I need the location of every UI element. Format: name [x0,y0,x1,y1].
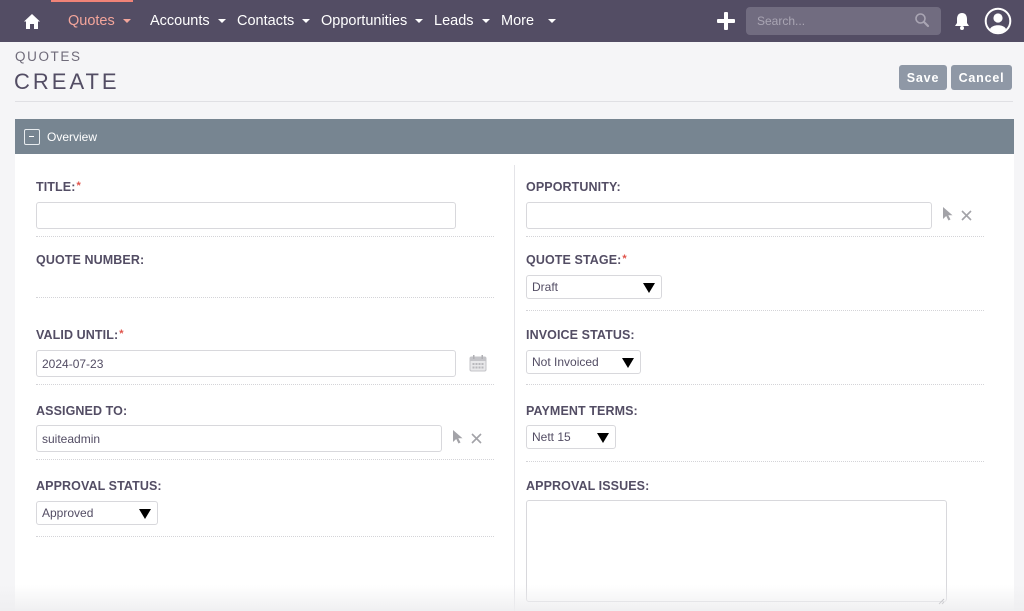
field-label-invoice-status: INVOICE STATUS: [526,328,635,342]
required-marker: * [119,328,124,340]
field-label-title: TITLE:* [36,180,81,194]
valid-until-input[interactable] [36,350,456,377]
field-label-quote-number: QUOTE NUMBER: [36,253,145,267]
field-separator [526,461,984,462]
clear-icon[interactable] [961,208,972,221]
approval-status-select[interactable]: Approved [36,501,158,525]
chevron-down-icon [415,19,424,23]
chevron-down-icon [481,19,490,23]
opportunity-input[interactable] [526,202,932,229]
select-cursor-icon[interactable] [452,429,465,444]
title-input[interactable] [36,202,456,229]
nav-item-more[interactable]: More [501,0,557,42]
label-text: TITLE: [36,180,76,194]
dropdown-arrow-icon [643,283,655,293]
assigned-to-input[interactable] [36,425,442,452]
nav-item-leads[interactable]: Leads [434,0,490,42]
bell-icon[interactable] [952,11,972,31]
field-separator [36,459,494,460]
select-value: Draft [532,280,559,294]
invoice-status-select[interactable]: Not Invoiced [526,350,641,374]
page-edge [1014,154,1024,611]
label-text: VALID UNTIL: [36,328,119,342]
dropdown-arrow-icon [139,509,151,519]
nav-item-label: Contacts [237,13,295,29]
nav-item-contacts[interactable]: Contacts [237,0,311,42]
calendar-icon[interactable] [469,354,487,372]
nav-item-label: Quotes [68,13,115,29]
nav-item-accounts[interactable]: Accounts [150,0,226,42]
field-separator [36,297,494,298]
field-label-payment-terms: PAYMENT TERMS: [526,404,638,418]
save-button[interactable]: Save [899,65,947,90]
label-text: QUOTE STAGE: [526,253,622,267]
clear-icon[interactable] [471,431,482,444]
approval-issues-textarea[interactable] [526,500,947,602]
plus-icon[interactable] [716,11,736,31]
field-separator [526,384,984,385]
nav-item-label: Opportunities [321,13,408,29]
nav-item-label: Leads [434,13,474,29]
minus-square-icon[interactable] [24,128,40,145]
payment-terms-select[interactable]: Nett 15 [526,425,616,449]
field-label-quote-stage: QUOTE STAGE:* [526,253,627,267]
field-separator [36,536,494,537]
field-label-opportunity: OPPORTUNITY: [526,180,621,194]
top-navigation-bar: Quotes Accounts Contacts Opportunities L… [0,0,1024,42]
nav-item-quotes[interactable]: Quotes [68,0,131,42]
header-divider [15,101,1013,102]
search-icon[interactable] [914,12,930,28]
field-separator [36,236,494,237]
select-value: Nett 15 [532,430,571,444]
panel-title: Overview [47,129,98,144]
required-marker: * [76,180,81,192]
resize-handle-icon[interactable] [937,592,945,605]
dropdown-arrow-icon [622,358,634,368]
field-label-approval-issues: APPROVAL ISSUES: [526,479,650,493]
overview-panel-header[interactable]: Overview [15,119,1014,154]
select-cursor-icon[interactable] [942,206,955,221]
column-divider [514,165,515,611]
field-label-approval-status: APPROVAL STATUS: [36,479,162,493]
field-separator [526,310,984,311]
nav-item-opportunities[interactable]: Opportunities [321,0,424,42]
nav-item-label: Accounts [150,13,210,29]
chevron-down-icon [217,19,226,23]
page-title: CREATE [14,69,120,94]
required-marker: * [622,253,627,265]
select-value: Approved [42,506,94,520]
field-separator [526,236,984,237]
field-label-assigned-to: ASSIGNED TO: [36,404,128,418]
quote-stage-select[interactable]: Draft [526,275,662,299]
nav-item-label: More [501,13,535,29]
chevron-down-icon [302,19,311,23]
search-input[interactable] [746,7,941,35]
module-name: QUOTES [15,49,82,64]
dropdown-arrow-icon [597,433,609,443]
home-icon[interactable] [20,10,44,32]
field-separator [36,384,494,385]
chevron-down-icon [122,19,131,23]
select-value: Not Invoiced [532,355,599,369]
user-avatar-icon[interactable] [984,7,1012,35]
cancel-button[interactable]: Cancel [951,65,1012,90]
field-label-valid-until: VALID UNTIL:* [36,328,124,342]
chevron-down-icon [548,19,557,23]
